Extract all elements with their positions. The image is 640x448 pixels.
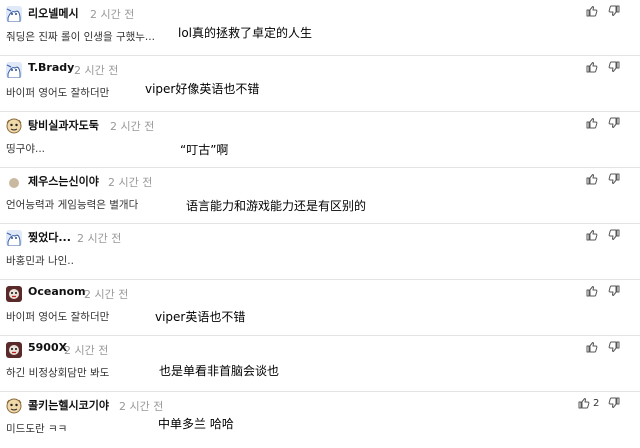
comment-username[interactable]: 찢었다... <box>28 229 71 245</box>
thumbs-down-icon[interactable] <box>608 173 620 185</box>
avatar[interactable] <box>6 6 22 22</box>
comment-timestamp: 2 시간 전 <box>90 8 135 21</box>
thumbs-down-icon[interactable] <box>608 117 620 129</box>
comment-username[interactable]: 제우스는신이야 <box>28 173 99 189</box>
comment-text: 언어능력과 게임능력은 별개다 <box>6 199 139 211</box>
comment-text: 미드도란 ㅋㅋ <box>6 423 68 435</box>
thumbs-up-icon[interactable] <box>586 5 598 17</box>
comment-item: 5900X 2 시간 전하긴 비정상회담만 봐도 也是单看非首脑会谈也 <box>0 336 640 392</box>
translation-note: lol真的拯救了卓定的人生 <box>178 26 313 40</box>
comment-item: 탕비실과자도둑 2 시간 전띵구야... “叮古”啊 <box>0 112 640 168</box>
comment-text: 바이퍼 영어도 잘하더만 <box>6 87 110 99</box>
comment-item: 제우스는신이야 2 시간 전언어능력과 게임능력은 별개다 语言能力和游戏能力还是有… <box>0 168 640 224</box>
avatar[interactable] <box>6 118 22 134</box>
translation-note: 也是单看非首脑会谈也 <box>159 364 280 378</box>
comment-item: T.Brady 2 시간 전바이퍼 영어도 잘하더만 viper好像英语也不错 <box>0 56 640 112</box>
comment-username[interactable]: T.Brady <box>28 61 74 74</box>
thumbs-down-icon[interactable] <box>608 341 620 353</box>
thumbs-up-icon[interactable] <box>578 397 590 409</box>
comment-timestamp: 2 시간 전 <box>108 176 153 189</box>
thumbs-down-icon[interactable] <box>608 285 620 297</box>
thumbs-up-icon[interactable] <box>586 61 598 73</box>
translation-note: “叮古”啊 <box>180 143 229 157</box>
thumbs-down-icon[interactable] <box>608 5 620 17</box>
comment-timestamp: 2 시간 전 <box>77 232 122 245</box>
avatar[interactable] <box>6 398 22 414</box>
upvote-count: 2 <box>593 398 600 409</box>
thumbs-up-icon[interactable] <box>586 117 598 129</box>
thumbs-up-icon[interactable] <box>586 285 598 297</box>
comment-username[interactable]: Oceanom <box>28 285 86 298</box>
comment-username[interactable]: 콜키는헬시코기야 <box>28 397 109 413</box>
avatar[interactable] <box>6 174 22 190</box>
thumbs-up-icon[interactable] <box>586 229 598 241</box>
thumbs-up-icon[interactable] <box>586 341 598 353</box>
comment-text: 띵구야... <box>6 143 45 155</box>
translation-note: viper好像英语也不错 <box>145 82 260 96</box>
thumbs-up-icon[interactable] <box>586 173 598 185</box>
comment-timestamp: 2 시간 전 <box>64 344 109 357</box>
comment-item: 리오넬메시 2 시간 전줘딩은 진짜 롤이 인생을 구했누... lol真的拯救了卓… <box>0 0 640 56</box>
avatar[interactable] <box>6 230 22 246</box>
thumbs-down-icon[interactable] <box>608 229 620 241</box>
comment-text: 줘딩은 진짜 롤이 인생을 구했누... <box>6 31 155 43</box>
comment-text: 하긴 비정상회담만 봐도 <box>6 367 110 379</box>
comment-item: Oceanom 2 시간 전바이퍼 영어도 잘하더만 viper英语也不错 <box>0 280 640 336</box>
comment-timestamp: 2 시간 전 <box>119 400 164 413</box>
thumbs-down-icon[interactable] <box>608 61 620 73</box>
translation-note: 语言能力和游戏能力还是有区别的 <box>186 199 367 213</box>
translation-note: viper英语也不错 <box>155 310 246 324</box>
comment-username[interactable]: 탕비실과자도둑 <box>28 117 99 133</box>
comment-text: 바이퍼 영어도 잘하더만 <box>6 311 110 323</box>
comment-text: 바홍민과 나인.. <box>6 255 74 267</box>
comment-item: 콜키는헬시코기야 2 시간 전미드도란 ㅋㅋ 中单多兰 哈哈 2 <box>0 392 640 448</box>
comment-username[interactable]: 5900X <box>28 341 67 354</box>
translation-note: 中单多兰 哈哈 <box>158 417 234 431</box>
avatar[interactable] <box>6 286 22 302</box>
comment-timestamp: 2 시간 전 <box>110 120 155 133</box>
comment-timestamp: 2 시간 전 <box>84 288 129 301</box>
comment-item: 찢었다... 2 시간 전 바홍민과 나인.. <box>0 224 640 280</box>
avatar[interactable] <box>6 62 22 78</box>
comment-timestamp: 2 시간 전 <box>74 64 119 77</box>
thumbs-down-icon[interactable] <box>608 397 620 409</box>
comment-username[interactable]: 리오넬메시 <box>28 5 79 21</box>
avatar[interactable] <box>6 342 22 358</box>
